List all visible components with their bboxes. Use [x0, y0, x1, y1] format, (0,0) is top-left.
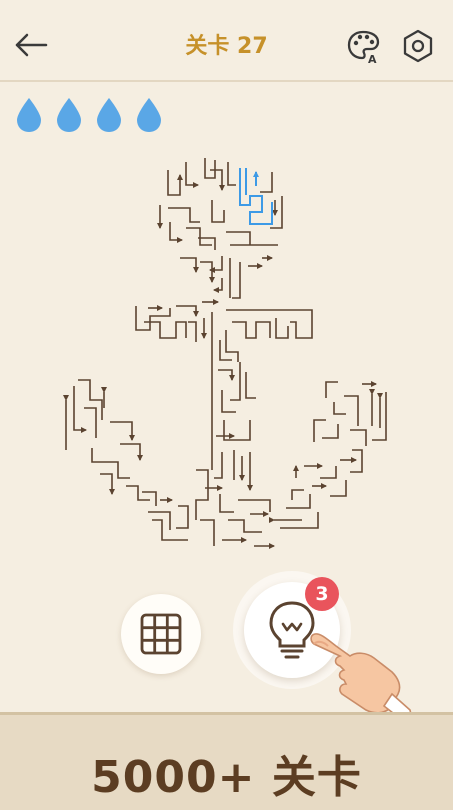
- maze-line: [213, 278, 223, 293]
- maze-line: [176, 305, 199, 317]
- maze-line: [350, 449, 363, 473]
- maze-line: [232, 262, 241, 299]
- maze-line: [219, 494, 234, 513]
- maze-line: [200, 261, 215, 283]
- maze-line: [226, 309, 313, 339]
- maze-line: [195, 469, 209, 520]
- maze-line: [214, 452, 223, 479]
- top-bar: 关卡 27 A: [0, 0, 453, 82]
- palette-icon: A: [347, 30, 380, 66]
- maze-line: [126, 485, 150, 501]
- maze-line: [168, 207, 200, 223]
- maze-line: [186, 227, 212, 246]
- hexagon-gear-icon: [403, 29, 433, 63]
- maze-line: [333, 402, 346, 415]
- grid-toggle-button[interactable]: [121, 594, 201, 674]
- footer-banner: 5000+ 关卡: [0, 712, 453, 810]
- water-drop-icon: [137, 98, 161, 132]
- maze-line: [322, 424, 339, 439]
- maze-line: [185, 162, 199, 188]
- maze-line: [223, 420, 251, 441]
- maze-line: [210, 169, 225, 191]
- maze-line: [78, 379, 103, 420]
- maze-line: [120, 443, 143, 461]
- hint-count-badge: 3: [305, 577, 339, 611]
- water-drop-icon: [17, 98, 41, 132]
- maze-line: [291, 489, 304, 500]
- maze-line: [135, 306, 171, 331]
- maze-line: [350, 429, 367, 446]
- maze-line: [221, 390, 236, 413]
- maze-line: [204, 158, 216, 179]
- maze-line: [142, 491, 157, 506]
- water-drop-icon: [97, 98, 121, 132]
- maze-line: [110, 421, 135, 441]
- maze-line: [218, 369, 235, 381]
- footer-text: 5000+ 关卡: [91, 752, 362, 803]
- svg-text:A: A: [368, 53, 377, 64]
- settings-button[interactable]: [400, 28, 436, 64]
- maze-line: [230, 362, 241, 401]
- pointing-hand-icon: [310, 633, 412, 722]
- grid-icon: [140, 613, 182, 655]
- maze-line: [344, 395, 359, 426]
- maze-line: [188, 321, 197, 342]
- maze-line: [100, 473, 115, 495]
- maze-line: [226, 231, 251, 245]
- maze-line: [180, 257, 199, 273]
- maze-line: [228, 519, 262, 533]
- maze-line: [245, 372, 256, 399]
- maze-line: [169, 222, 183, 243]
- maze-line: [232, 321, 271, 339]
- maze-line: [260, 172, 273, 193]
- theme-button[interactable]: A: [346, 28, 382, 66]
- maze-line: [225, 330, 239, 362]
- maze-line: [286, 494, 311, 509]
- maze-line: [148, 511, 171, 530]
- maze-line: [238, 499, 271, 512]
- maze-line: [320, 466, 337, 479]
- maze-line: [372, 392, 387, 441]
- maze-line: [330, 480, 347, 497]
- water-drop-icon: [57, 98, 81, 132]
- maze-line: [211, 200, 225, 223]
- maze-line: [176, 505, 189, 529]
- maze-line: [167, 170, 183, 196]
- maze-line: [275, 318, 289, 339]
- maze-line: [84, 407, 97, 438]
- maze-line: [325, 381, 338, 398]
- maze-board[interactable]: [0, 150, 453, 560]
- maze-line: [227, 162, 236, 186]
- level-title: 关卡 27: [185, 34, 268, 59]
- maze-line: [200, 519, 215, 546]
